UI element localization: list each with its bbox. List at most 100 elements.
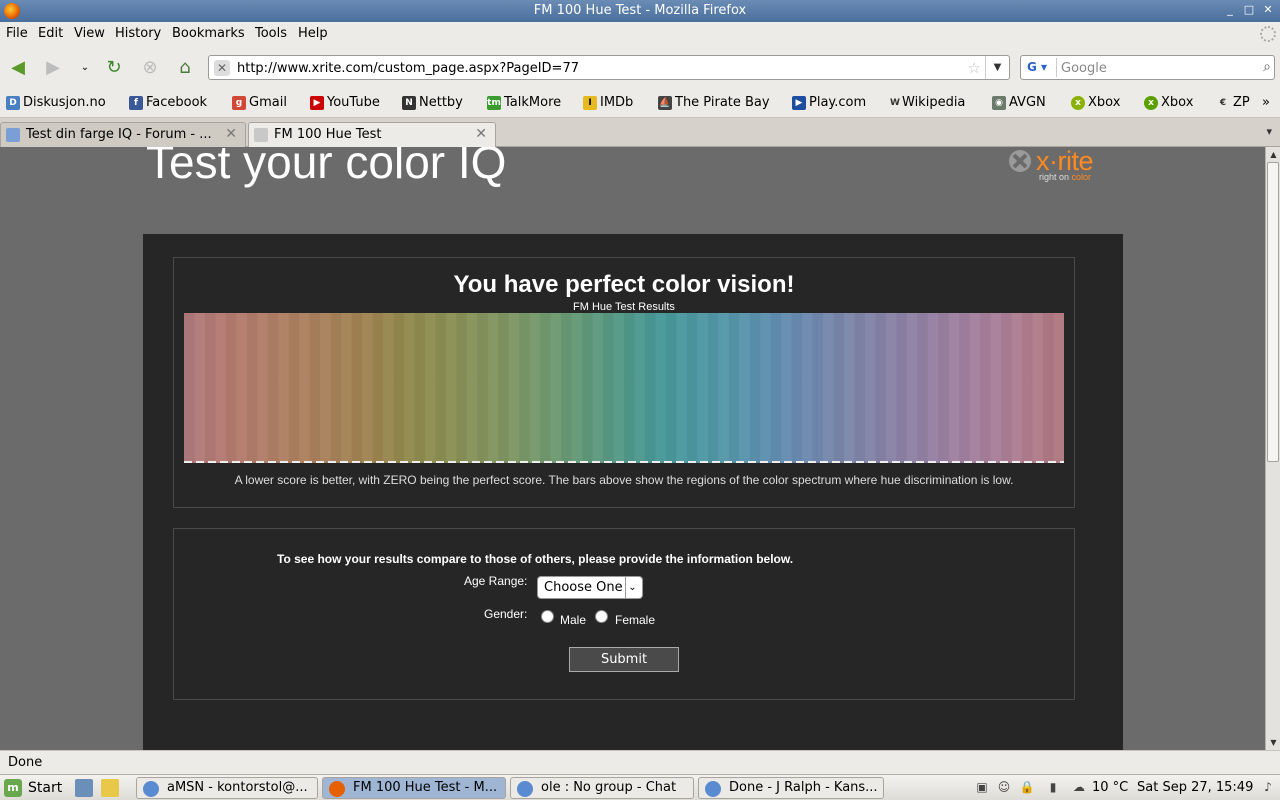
tab-close-icon[interactable]: ✕: [225, 126, 237, 142]
bookmark-xbox-2[interactable]: x Xbox: [1144, 95, 1193, 110]
reload-button[interactable]: ↻: [101, 54, 127, 80]
maximize-icon[interactable]: □: [1241, 2, 1257, 18]
bookmark-gmail[interactable]: g Gmail: [232, 95, 287, 110]
menu-help[interactable]: Help: [298, 26, 328, 41]
spectrum-band: [792, 313, 802, 463]
submit-button[interactable]: Submit: [569, 647, 679, 672]
spectrum-band: [1012, 313, 1022, 463]
task-amsn[interactable]: aMSN - kontorstol@...: [136, 777, 318, 799]
search-bar[interactable]: G ▾ ⌕: [1020, 55, 1275, 80]
minimize-icon[interactable]: _: [1222, 2, 1238, 18]
lock-icon[interactable]: 🔒: [1019, 779, 1035, 795]
task-firefox[interactable]: FM 100 Hue Test - M...: [322, 777, 506, 799]
spectrum-band: [739, 313, 749, 463]
weather-temperature[interactable]: 10 °C: [1092, 780, 1128, 795]
spectrum-band: [425, 313, 435, 463]
bookmark-wikipedia[interactable]: W Wikipedia: [890, 95, 965, 110]
google-icon: g: [232, 95, 246, 110]
text-editor-icon[interactable]: [101, 779, 119, 797]
menu-bookmarks[interactable]: Bookmarks: [172, 26, 245, 41]
tab-forum[interactable]: Test din farge IQ - Forum - ... ✕: [0, 122, 246, 147]
menu-history[interactable]: History: [115, 26, 161, 41]
amsn-icon: [517, 781, 533, 797]
spectrum-band: [896, 313, 906, 463]
spectrum-band: [404, 313, 414, 463]
facebook-icon: f: [129, 95, 143, 110]
tab-list-chevron-icon[interactable]: ▾: [1266, 125, 1272, 138]
start-button[interactable]: m Start: [4, 778, 62, 798]
spectrum-band: [634, 313, 644, 463]
bookmark-talkmore[interactable]: tm TalkMore: [487, 95, 561, 110]
bookmark-imdb[interactable]: I IMDb: [583, 95, 633, 110]
url-input[interactable]: [237, 59, 957, 77]
scrollbar-thumb[interactable]: [1267, 162, 1279, 462]
address-bar[interactable]: ✕ ☆ ▼: [208, 55, 1010, 80]
search-engine-selector[interactable]: G ▾: [1023, 58, 1057, 77]
stop-button[interactable]: ⊗: [137, 54, 163, 80]
bookmark-avgn[interactable]: ◉ AVGN: [992, 95, 1046, 110]
file-manager-icon[interactable]: [75, 779, 93, 797]
clipboard-icon[interactable]: ▣: [974, 779, 990, 795]
spectrum-band: [467, 313, 477, 463]
spectrum-band: [593, 313, 603, 463]
close-window-icon[interactable]: ✕: [1260, 2, 1276, 18]
demographics-form: To see how your results compare to those…: [173, 528, 1075, 700]
home-button[interactable]: ⌂: [172, 54, 198, 80]
bookmark-diskusjon[interactable]: D Diskusjon.no: [6, 95, 106, 110]
bookmark-piratebay[interactable]: ⛵ The Pirate Bay: [658, 95, 770, 110]
bookmark-facebook[interactable]: f Facebook: [129, 95, 207, 110]
spectrum-band: [299, 313, 309, 463]
spectrum-band: [854, 313, 864, 463]
gender-female-radio[interactable]: [595, 610, 608, 623]
menu-view[interactable]: View: [74, 26, 105, 41]
bookmark-xbox-1[interactable]: x Xbox: [1071, 95, 1120, 110]
bookmark-star-icon[interactable]: ☆: [968, 59, 981, 77]
throbber-icon: [1260, 26, 1276, 42]
spectrum-band: [802, 313, 812, 463]
forward-button[interactable]: ▶: [40, 54, 66, 80]
clock[interactable]: Sat Sep 27, 15:49: [1137, 780, 1253, 795]
spectrum-band: [1022, 313, 1032, 463]
task-jralph[interactable]: Done - J Ralph - Kans...: [698, 777, 884, 799]
tab-close-icon[interactable]: ✕: [475, 126, 487, 142]
url-history-dropdown[interactable]: ▼: [985, 56, 1009, 79]
network-signal-icon[interactable]: ▮: [1045, 779, 1061, 795]
forum-favicon-icon: [6, 128, 20, 142]
tab-fm100[interactable]: FM 100 Hue Test ✕: [248, 122, 496, 148]
bookmark-youtube[interactable]: ▶ YouTube: [310, 95, 380, 110]
zp-icon: €: [1219, 97, 1227, 108]
gender-male-radio[interactable]: [541, 610, 554, 623]
status-text: Done: [8, 755, 43, 770]
spectrum-band: [341, 313, 351, 463]
spectrum-band: [886, 313, 896, 463]
scroll-down-icon[interactable]: ▼: [1267, 736, 1280, 749]
back-button[interactable]: ◀: [5, 54, 31, 80]
bookmark-playcom[interactable]: ▶ Play.com: [792, 95, 866, 110]
vertical-scrollbar[interactable]: ▲ ▼: [1265, 147, 1280, 750]
spectrum-band: [456, 313, 466, 463]
scroll-up-icon[interactable]: ▲: [1267, 148, 1280, 161]
navigation-toolbar: ◀ ▶ ⌄ ↻ ⊗ ⌂ ✕ ☆ ▼ G ▾ ⌕: [0, 46, 1280, 88]
menu-tools[interactable]: Tools: [255, 26, 287, 41]
age-range-select[interactable]: Choose One ⌄: [537, 576, 643, 599]
search-icon[interactable]: ⌕: [1263, 59, 1271, 75]
bookmarks-toolbar: D Diskusjon.no f Facebook g Gmail ▶ YouTube …: [0, 88, 1280, 118]
spectrum-band: [624, 313, 634, 463]
spectrum-band: [278, 313, 288, 463]
search-input[interactable]: [1061, 59, 1251, 77]
bookmark-nettby[interactable]: N Nettby: [402, 95, 463, 110]
spectrum-band: [917, 313, 927, 463]
amsn-tray-icon[interactable]: ☺: [996, 779, 1012, 795]
history-dropdown-button[interactable]: ⌄: [72, 54, 98, 80]
menu-file[interactable]: File: [6, 26, 28, 41]
chevron-down-icon: ⌄: [625, 577, 639, 598]
bookmark-zp[interactable]: € ZP: [1216, 95, 1250, 110]
task-chat[interactable]: ole : No group - Chat: [510, 777, 694, 799]
bookmarks-overflow-icon[interactable]: »: [1262, 95, 1270, 110]
weather-icon[interactable]: ☁: [1071, 779, 1087, 795]
start-menu-icon: m: [4, 779, 22, 797]
wikipedia-icon: W: [890, 97, 900, 108]
talkmore-icon: tm: [487, 95, 501, 110]
menu-edit[interactable]: Edit: [38, 26, 63, 41]
volume-icon[interactable]: ♪: [1260, 779, 1276, 795]
